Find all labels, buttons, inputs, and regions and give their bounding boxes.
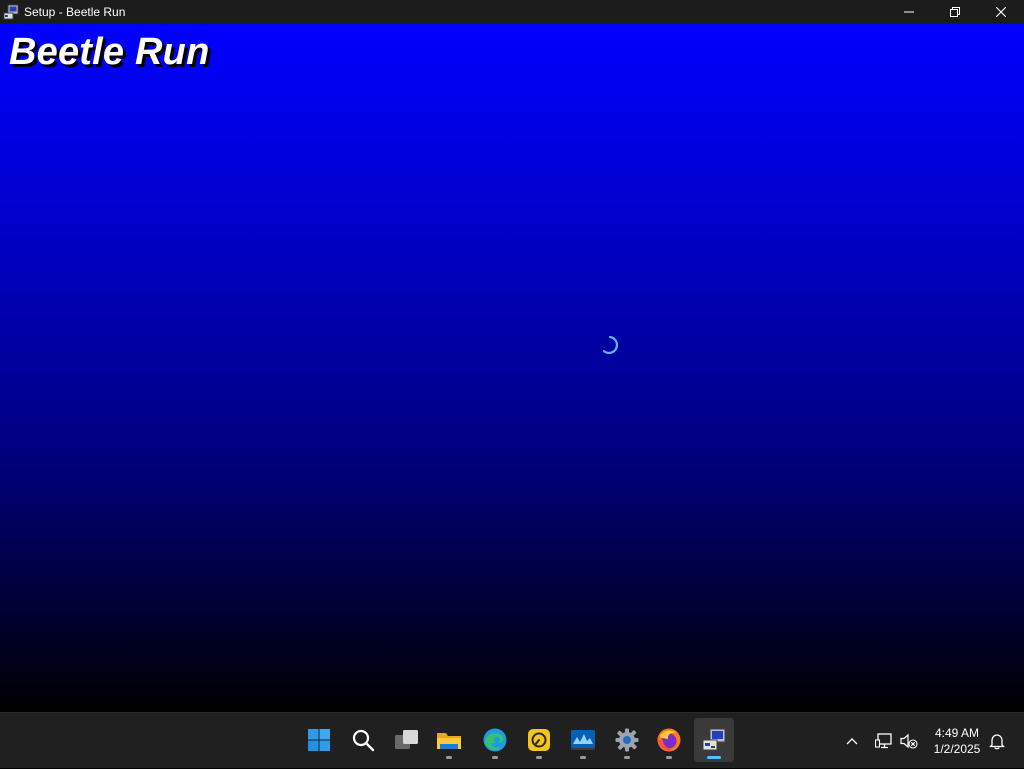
taskbar-yellow-app[interactable]	[519, 718, 559, 762]
taskbar-firefox[interactable]	[649, 718, 689, 762]
minimize-icon	[904, 11, 914, 12]
network-button[interactable]	[873, 713, 895, 769]
running-indicator	[666, 756, 672, 759]
close-icon	[996, 6, 1006, 17]
edge-icon	[483, 728, 507, 752]
chevron-up-icon	[846, 738, 858, 745]
window-titlebar[interactable]: Setup - Beetle Run	[0, 0, 1024, 23]
running-indicator	[492, 756, 498, 759]
search-button[interactable]	[343, 718, 383, 762]
task-view-icon	[395, 730, 418, 749]
app-yellow-icon	[528, 729, 550, 751]
setup-app-icon	[3, 4, 19, 20]
minimize-button[interactable]	[886, 0, 932, 23]
firefox-icon	[657, 728, 681, 752]
start-icon	[308, 729, 330, 751]
taskbar-monitor-app[interactable]	[563, 718, 603, 762]
taskbar-clock[interactable]: 4:49 AM 1/2/2025	[925, 725, 989, 757]
volume-button[interactable]	[898, 713, 920, 769]
network-icon	[875, 733, 892, 749]
restore-icon	[950, 6, 960, 17]
taskbar-setup-app[interactable]	[694, 718, 734, 762]
spinner-icon	[602, 335, 619, 354]
setup-background: Beetle Run	[0, 23, 1024, 712]
clock-date: 1/2/2025	[933, 742, 981, 756]
search-icon	[352, 729, 375, 752]
setup-app-icon	[702, 728, 726, 751]
monitor-app-icon	[571, 730, 595, 750]
taskbar-file-explorer[interactable]	[429, 718, 469, 762]
close-button[interactable]	[978, 0, 1024, 23]
window-title: Setup - Beetle Run	[24, 4, 126, 19]
running-indicator	[536, 756, 542, 759]
notification-bell-icon	[989, 733, 1005, 749]
running-indicator	[624, 756, 630, 759]
volume-muted-icon	[900, 733, 918, 749]
task-view-button[interactable]	[387, 718, 427, 762]
game-title: Beetle Run	[9, 31, 210, 73]
clock-time: 4:49 AM	[934, 726, 980, 740]
notifications-button[interactable]	[986, 713, 1008, 769]
running-indicator	[446, 756, 452, 759]
taskbar-edge[interactable]	[475, 718, 515, 762]
start-button[interactable]	[299, 718, 339, 762]
restore-button[interactable]	[932, 0, 978, 23]
window-controls	[886, 0, 1024, 23]
running-indicator	[580, 756, 586, 759]
show-hidden-icons-button[interactable]	[841, 713, 863, 769]
file-explorer-icon	[437, 733, 461, 749]
taskbar-settings[interactable]	[607, 718, 647, 762]
active-indicator	[707, 756, 721, 759]
taskbar: 4:49 AM 1/2/2025	[0, 712, 1024, 768]
settings-icon	[615, 728, 639, 752]
